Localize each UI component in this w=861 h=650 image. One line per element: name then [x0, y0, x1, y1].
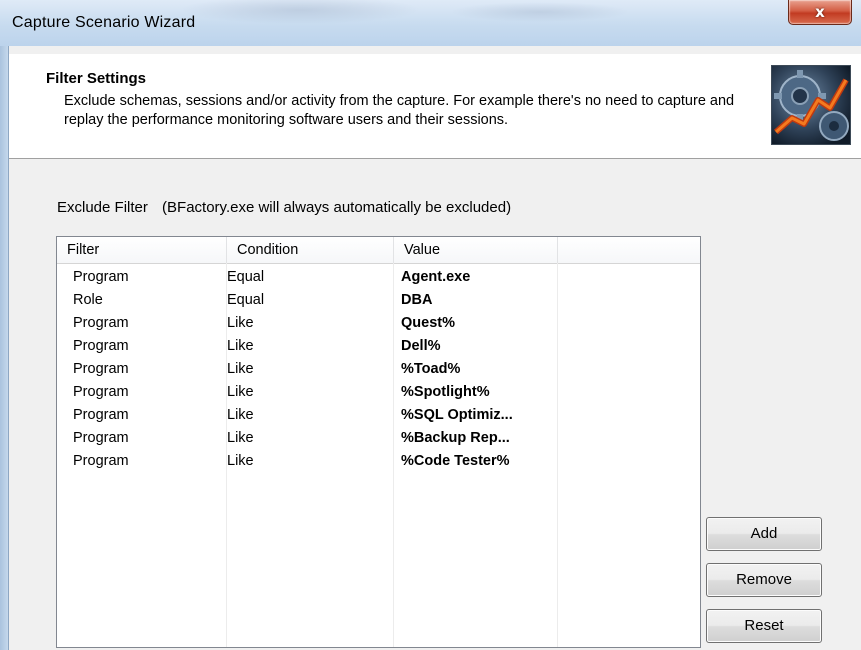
empty-row — [57, 496, 700, 519]
condition-cell: Like — [227, 430, 254, 446]
filter-cell: Program — [73, 384, 129, 400]
filter-cell: Program — [73, 269, 129, 285]
condition-cell: Like — [227, 315, 254, 331]
empty-row — [57, 565, 700, 588]
filter-cell: Program — [73, 430, 129, 446]
condition-cell: Equal — [227, 269, 265, 285]
exclude-filter-title: Exclude Filter — [57, 199, 148, 216]
empty-row — [57, 542, 700, 565]
window-title: Capture Scenario Wizard — [12, 14, 196, 31]
table-row[interactable]: Program Like Dell% — [57, 335, 700, 358]
table-row[interactable]: Program Like %Toad% — [57, 358, 700, 381]
remove-button[interactable]: Remove — [706, 563, 822, 597]
filter-cell: Program — [73, 407, 129, 423]
filter-cell: Role — [73, 292, 103, 308]
title-bar[interactable]: Capture Scenario Wizard x — [0, 0, 861, 46]
filter-cell: Program — [73, 453, 129, 469]
add-button[interactable]: Add — [706, 517, 822, 551]
filter-cell: Program — [73, 338, 129, 354]
value-cell: %Backup Rep... — [401, 430, 510, 446]
table-row[interactable]: Program Like %Code Tester% — [57, 450, 700, 473]
empty-row — [57, 519, 700, 542]
value-cell: Agent.exe — [401, 269, 471, 285]
page-description: Exclude schemas, sessions and/or activit… — [64, 93, 735, 128]
value-cell: Quest% — [401, 315, 455, 331]
condition-cell: Like — [227, 407, 254, 423]
table-row[interactable]: Program Like Quest% — [57, 312, 700, 335]
value-cell: DBA — [401, 292, 433, 308]
table-row[interactable]: Program Like %SQL Optimiz... — [57, 404, 700, 427]
value-cell: %Spotlight% — [401, 384, 490, 400]
table-header: Filter Condition Value — [57, 237, 700, 264]
close-icon: x — [815, 3, 825, 21]
column-header-condition[interactable]: Condition — [227, 237, 394, 263]
exclude-filter-note: (BFactory.exe will always automatically … — [162, 199, 512, 216]
column-header-value[interactable]: Value — [394, 237, 558, 263]
exclude-filter-label: Exclude Filter (BFactory.exe will always… — [57, 199, 511, 216]
condition-cell: Like — [227, 361, 254, 377]
condition-cell: Equal — [227, 292, 265, 308]
table-row[interactable]: Role Equal DBA — [57, 289, 700, 312]
close-button[interactable]: x — [788, 0, 852, 25]
reset-button[interactable]: Reset — [706, 609, 822, 643]
wizard-body: Filter Settings Exclude schemas, session… — [8, 46, 861, 650]
condition-cell: Like — [227, 384, 254, 400]
table-row[interactable]: Program Like %Backup Rep... — [57, 427, 700, 450]
filter-cell: Program — [73, 315, 129, 331]
table-row[interactable]: Program Like %Spotlight% — [57, 381, 700, 404]
table-row[interactable]: Program Equal Agent.exe — [57, 266, 700, 289]
value-cell: %Code Tester% — [401, 453, 510, 469]
wizard-header-panel: Filter Settings Exclude schemas, session… — [9, 54, 861, 159]
condition-cell: Like — [227, 338, 254, 354]
column-header-empty — [558, 237, 700, 263]
window-frame-left — [0, 46, 8, 650]
column-header-filter[interactable]: Filter — [57, 237, 227, 263]
empty-row — [57, 473, 700, 496]
page-title: Filter Settings — [46, 70, 147, 87]
value-cell: Dell% — [401, 338, 441, 354]
exclude-filter-table[interactable]: Filter Condition Value Program Equal Age… — [56, 236, 701, 648]
value-cell: %Toad% — [401, 361, 461, 377]
filter-cell: Program — [73, 361, 129, 377]
condition-cell: Like — [227, 453, 254, 469]
value-cell: %SQL Optimiz... — [401, 407, 513, 423]
performance-chart-gears-icon — [771, 65, 851, 145]
